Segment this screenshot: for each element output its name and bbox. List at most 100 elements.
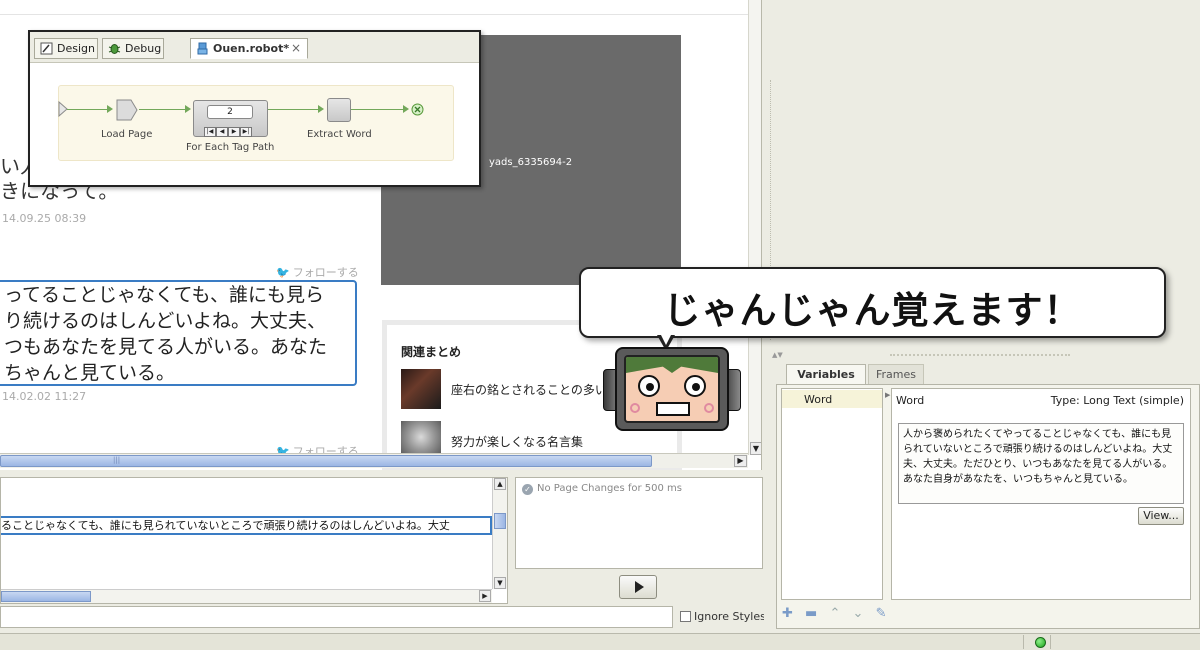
move-up-icon[interactable]: ⌃ <box>829 606 840 621</box>
selected-source-text[interactable]: ることじゃなくても、誰にも見られていないところで頑張り続けるのはしんどいよね。大… <box>1 516 492 535</box>
checkbox-icon[interactable] <box>680 611 691 622</box>
variables-toolbar: ✚ ▬ ⌃ ⌄ ✎ <box>782 606 894 621</box>
status-bar <box>0 633 1200 650</box>
mascot-face <box>624 355 720 423</box>
related-item-thumbnail <box>401 369 441 409</box>
source-vertical-scrollbar[interactable]: ▲ ▼ <box>492 478 507 589</box>
tab-design[interactable]: Design <box>34 38 98 59</box>
speech-bubble-text: じゃんじゃん覚えます！ <box>663 289 1082 332</box>
view-button[interactable]: View... <box>1138 507 1184 525</box>
status-separator <box>1050 635 1051 649</box>
tab-file-label: Ouen.robot* <box>213 42 290 55</box>
variables-panel: Word ▶ Word Type: Long Text (simple) 人から… <box>776 384 1200 629</box>
design-icon <box>40 42 53 55</box>
tweet-line: つもあなたを見てる人がいる。あなた <box>4 336 328 358</box>
follow-label: フォローする <box>292 266 359 279</box>
follow-link-1[interactable]: 🐦 フォローする <box>276 264 359 280</box>
html-source-pane[interactable]: ることじゃなくても、誰にも見られていないところで頑張り続けるのはしんどいよね。大… <box>0 477 508 604</box>
collapse-arrows-icon[interactable]: ▲▼ <box>772 351 783 359</box>
variables-list[interactable]: Word <box>781 388 883 600</box>
scroll-up-arrow-icon[interactable]: ▲ <box>494 478 506 490</box>
prev-icon[interactable]: ◀ <box>216 127 228 137</box>
scrollbar-thumb[interactable] <box>1 591 91 602</box>
tab-variables[interactable]: Variables <box>786 364 866 385</box>
load-page-step[interactable] <box>115 98 139 122</box>
tweet-timestamp-1: 14.09.25 08:39 <box>2 212 87 225</box>
page-changes-message: ✓ No Page Changes for 500 ms <box>522 483 682 495</box>
url-input[interactable] <box>0 606 673 628</box>
mascot-mouth <box>656 402 690 416</box>
flow-connector <box>351 109 403 110</box>
page-changes-text: No Page Changes for 500 ms <box>537 483 682 494</box>
tab-debug[interactable]: Debug <box>102 38 164 59</box>
page-changes-pane: ✓ No Page Changes for 500 ms <box>515 477 763 569</box>
play-button[interactable] <box>619 575 657 599</box>
flow-connector <box>67 109 107 110</box>
flow-arrow-icon <box>185 105 191 113</box>
play-icon <box>635 581 644 593</box>
panel-splitter-horizontal[interactable] <box>890 354 1070 356</box>
mascot-head <box>615 347 729 431</box>
ignore-styles-label: Ignore Styles <box>694 610 766 623</box>
close-icon[interactable]: × <box>291 41 301 55</box>
related-summary-title: 関連まとめ <box>401 345 462 359</box>
mascot-cheek <box>704 403 714 413</box>
variable-value-text[interactable]: 人から褒められたくてやってることじゃなくても、誰にも見られていないところで頑張り… <box>898 423 1184 504</box>
page-divider <box>0 14 750 15</box>
tweet-line: ってることじゃなくても、誰にも見ら <box>4 284 324 306</box>
for-each-tag-path-step[interactable]: 2 |◀ ◀ ▶ ▶| <box>193 100 268 137</box>
extract-word-label: Extract Word <box>307 129 372 140</box>
loop-navigation[interactable]: |◀ ◀ ▶ ▶| <box>204 123 258 137</box>
ignore-styles-checkbox[interactable]: Ignore Styles <box>680 610 766 623</box>
flow-connector <box>268 109 318 110</box>
extract-word-step[interactable] <box>327 98 351 122</box>
loop-counter: 2 <box>207 105 253 119</box>
speech-bubble: じゃんじゃん覚えます！ <box>579 267 1166 338</box>
mascot-cheek <box>630 403 640 413</box>
scroll-right-arrow-icon[interactable]: ▶ <box>479 590 491 602</box>
move-down-icon[interactable]: ⌄ <box>853 606 864 621</box>
bug-icon <box>108 44 121 54</box>
mascot-eye <box>638 375 660 397</box>
editor-tab-bar: Design Debug Ouen.robot* × <box>30 32 479 63</box>
selected-tweet-highlight[interactable]: ってることじゃなくても、誰にも見ら り続けるのはしんどいよね。大丈夫、 つもあな… <box>0 280 357 386</box>
scroll-down-arrow-icon[interactable]: ▼ <box>750 442 761 455</box>
web-vertical-scrollbar[interactable]: ▼ <box>748 0 761 455</box>
tab-debug-label: Debug <box>125 42 162 55</box>
variable-detail-name: Word <box>896 394 925 407</box>
related-item-title: 努力が楽しくなる名言集 <box>451 435 584 449</box>
edit-icon[interactable]: ✎ <box>876 606 887 621</box>
tab-frames[interactable]: Frames <box>868 364 924 385</box>
flow-designer-window: Design Debug Ouen.robot* × Load Page 2 |… <box>28 30 481 187</box>
variable-type: Type: Long Text (simple) <box>1050 394 1184 407</box>
check-icon: ✓ <box>522 484 533 495</box>
tweet-timestamp-2: 14.02.02 11:27 <box>2 390 87 403</box>
for-each-tag-path-label: For Each Tag Path <box>186 142 275 153</box>
variable-row-word[interactable]: Word <box>782 390 882 408</box>
scrollbar-thumb[interactable] <box>494 513 506 529</box>
scrollbar-thumb[interactable] <box>0 455 652 467</box>
twitter-bird-icon: 🐦 <box>276 266 290 279</box>
mascot-eye <box>684 375 706 397</box>
flow-canvas: Load Page 2 |◀ ◀ ▶ ▶| For Each Tag Path Ext… <box>58 85 454 161</box>
related-item-title: 座右の銘とされることの多い <box>451 383 607 397</box>
ad-label: yads_6335694-2 <box>489 157 573 168</box>
add-icon[interactable]: ✚ <box>782 606 793 621</box>
tab-ouen-robot[interactable]: Ouen.robot* × <box>190 38 308 59</box>
flow-connector <box>139 109 185 110</box>
source-horizontal-scrollbar[interactable]: ▶ <box>1 589 492 603</box>
flow-arrow-icon <box>107 105 113 113</box>
robot-icon <box>197 42 208 55</box>
last-icon[interactable]: ▶| <box>240 127 252 137</box>
next-icon[interactable]: ▶ <box>228 127 240 137</box>
flow-end-icon <box>411 103 424 116</box>
mascot-hair <box>626 357 718 373</box>
remove-icon[interactable]: ▬ <box>805 606 817 621</box>
first-icon[interactable]: |◀ <box>204 127 216 137</box>
variable-detail: Word Type: Long Text (simple) 人から褒められたくて… <box>891 388 1191 600</box>
scroll-right-arrow-icon[interactable]: ▶ <box>734 455 747 467</box>
scroll-down-arrow-icon[interactable]: ▼ <box>494 577 506 589</box>
scrollbar-grip-icon: ||| <box>113 456 121 464</box>
web-horizontal-scrollbar[interactable]: ||| ▶ <box>0 453 748 468</box>
load-page-label: Load Page <box>101 129 153 140</box>
